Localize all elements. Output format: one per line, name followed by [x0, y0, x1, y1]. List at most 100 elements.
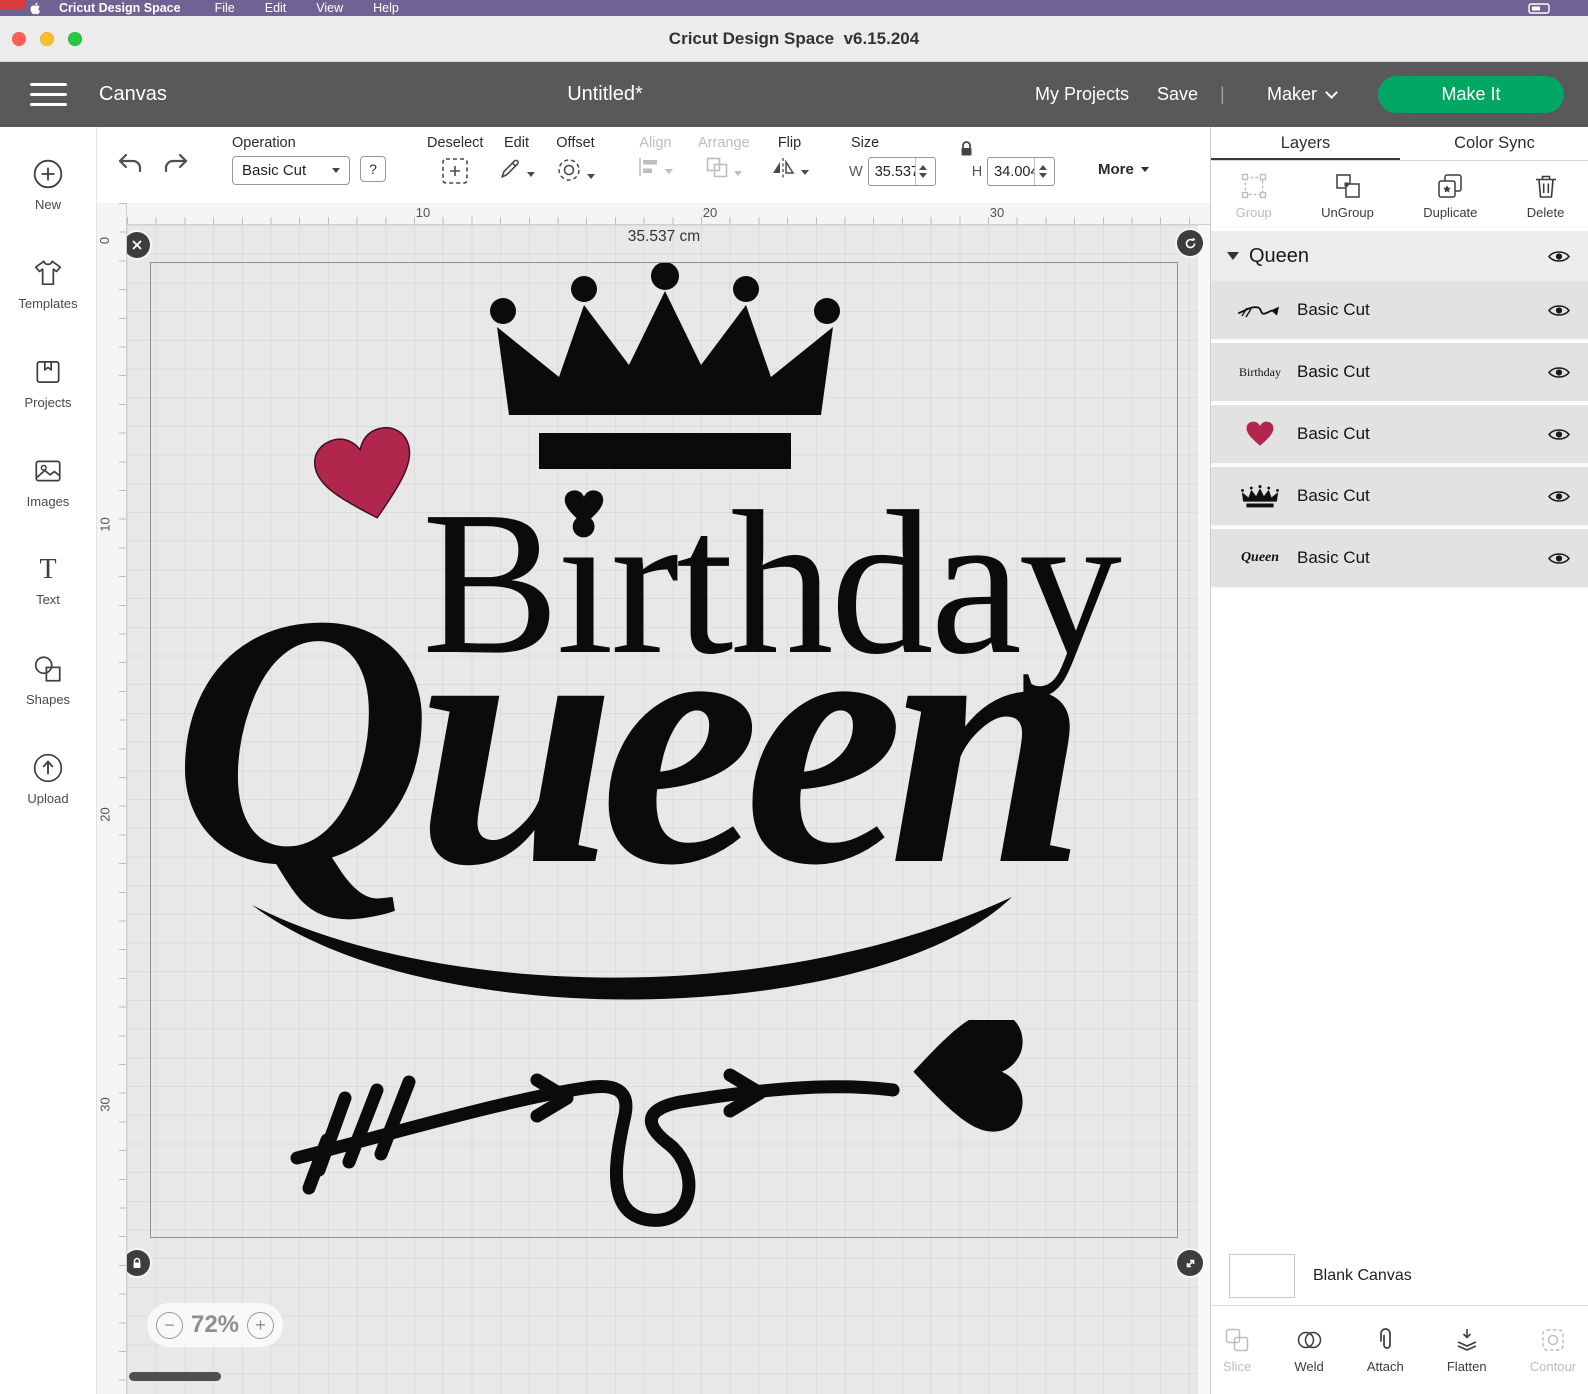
weld-button[interactable]: Weld — [1294, 1327, 1323, 1374]
window-titlebar[interactable]: Cricut Design Space v6.15.204 — [0, 16, 1588, 62]
zoom-in-button[interactable]: + — [247, 1312, 274, 1339]
group-label: Group — [1236, 205, 1272, 220]
design-canvas[interactable]: 35.537 cm Birthday Queen — [127, 225, 1210, 1394]
slice-label: Slice — [1223, 1359, 1251, 1374]
layer-group-header[interactable]: Queen — [1211, 231, 1588, 281]
horizontal-scrollbar-thumb[interactable] — [129, 1372, 221, 1381]
macos-menubar: Cricut Design Space File Edit View Help — [0, 0, 1588, 16]
eye-icon[interactable] — [1548, 249, 1570, 264]
flip-tool[interactable]: Flip — [770, 135, 809, 179]
duplicate-button[interactable]: Duplicate — [1423, 173, 1477, 220]
artwork-small-heart[interactable] — [564, 485, 604, 531]
sidebar-item-projects[interactable]: Projects — [0, 333, 96, 432]
layer-label: Basic Cut — [1297, 486, 1370, 506]
delete-button[interactable]: Delete — [1527, 173, 1565, 220]
redo-button[interactable] — [162, 151, 190, 175]
sidebar-item-templates[interactable]: Templates — [0, 234, 96, 333]
more-menu[interactable]: More — [1098, 161, 1149, 178]
ruler-number: 20 — [98, 807, 113, 821]
blank-canvas-row[interactable]: Blank Canvas — [1211, 1245, 1588, 1307]
menubar-item-file[interactable]: File — [215, 1, 235, 15]
sidebar-item-shapes[interactable]: Shapes — [0, 630, 96, 729]
sidebar-label: Upload — [27, 791, 68, 806]
width-input[interactable] — [869, 158, 915, 185]
operation-help-button[interactable]: ? — [360, 156, 386, 182]
edit-pencil-icon — [498, 157, 522, 181]
make-it-button[interactable]: Make It — [1378, 76, 1564, 113]
menubar-item-view[interactable]: View — [316, 1, 343, 15]
step-down-icon — [1039, 173, 1047, 178]
selection-handle-delete[interactable] — [127, 232, 150, 258]
disclosure-triangle-icon[interactable] — [1227, 252, 1239, 260]
sidebar-label: Images — [27, 494, 70, 509]
layer-row-crown[interactable]: Basic Cut — [1211, 467, 1588, 527]
artwork-queen-swash[interactable] — [242, 865, 1032, 1035]
layer-row-heart[interactable]: Basic Cut — [1211, 405, 1588, 465]
edit-label: Edit — [504, 135, 529, 151]
size-lock-icon[interactable] — [958, 140, 975, 157]
contour-button: Contour — [1530, 1327, 1576, 1374]
edit-tool[interactable]: Edit — [498, 135, 535, 181]
menubar-app-name[interactable]: Cricut Design Space — [59, 1, 181, 15]
width-label: W — [849, 164, 863, 180]
menubar-item-help[interactable]: Help — [373, 1, 399, 15]
height-stepper[interactable] — [1034, 158, 1050, 185]
layer-row-arrow[interactable]: Basic Cut — [1211, 281, 1588, 341]
height-input[interactable] — [988, 158, 1034, 185]
header-divider: | — [1220, 62, 1225, 127]
blank-canvas-swatch[interactable] — [1229, 1254, 1295, 1298]
tshirt-icon — [32, 257, 64, 289]
operation-select[interactable]: Basic Cut — [232, 156, 350, 185]
menubar-item-edit[interactable]: Edit — [265, 1, 287, 15]
apple-menu-icon[interactable] — [30, 2, 41, 15]
eye-icon[interactable] — [1548, 489, 1570, 504]
width-field — [868, 157, 936, 186]
machine-selector[interactable]: Maker — [1267, 62, 1336, 127]
eye-icon[interactable] — [1548, 551, 1570, 566]
tab-color-sync[interactable]: Color Sync — [1400, 127, 1588, 160]
sidebar-label: Shapes — [26, 692, 70, 707]
width-stepper[interactable] — [915, 158, 931, 185]
eye-icon[interactable] — [1548, 303, 1570, 318]
deselect-tool[interactable]: Deselect — [427, 135, 483, 185]
paperclip-icon — [1372, 1327, 1398, 1353]
flatten-button[interactable]: Flatten — [1447, 1327, 1487, 1374]
attach-button[interactable]: Attach — [1367, 1327, 1404, 1374]
tab-layers[interactable]: Layers — [1211, 127, 1400, 160]
artwork-crown[interactable] — [489, 263, 841, 473]
vertical-scrollbar[interactable] — [1197, 225, 1210, 1394]
new-plus-icon — [32, 158, 64, 190]
my-projects-link[interactable]: My Projects — [1035, 62, 1129, 127]
group-icon — [1241, 173, 1267, 199]
artwork-heart-arrow[interactable] — [285, 1020, 1060, 1245]
layer-row-queen[interactable]: Queen Basic Cut — [1211, 529, 1588, 589]
sidebar-item-text[interactable]: T Text — [0, 531, 96, 630]
shapes-icon — [32, 653, 64, 685]
eye-icon[interactable] — [1548, 427, 1570, 442]
selection-handle-lock[interactable] — [127, 1250, 150, 1276]
document-title[interactable]: Untitled* — [0, 62, 1210, 127]
flatten-label: Flatten — [1447, 1359, 1487, 1374]
sidebar-item-new[interactable]: New — [0, 135, 96, 234]
upload-icon — [32, 752, 64, 784]
eye-icon[interactable] — [1548, 365, 1570, 380]
ruler-number: 10 — [416, 205, 430, 220]
sidebar-item-images[interactable]: Images — [0, 432, 96, 531]
selection-handle-resize[interactable] — [1177, 1250, 1203, 1276]
ungroup-button[interactable]: UnGroup — [1321, 173, 1374, 220]
more-label: More — [1098, 161, 1134, 178]
sidebar-item-upload[interactable]: Upload — [0, 729, 96, 828]
delete-label: Delete — [1527, 205, 1565, 220]
ruler-number: 0 — [97, 237, 112, 244]
selection-handle-rotate[interactable] — [1177, 230, 1203, 256]
make-it-label: Make It — [1441, 84, 1500, 105]
offset-tool[interactable]: Offset — [556, 135, 595, 183]
edit-caret-icon — [527, 172, 535, 177]
menubar-display-icon[interactable] — [1528, 3, 1550, 14]
sidebar-label: Templates — [18, 296, 77, 311]
undo-button[interactable] — [116, 151, 144, 175]
layer-row-birthday[interactable]: Birthday Basic Cut — [1211, 343, 1588, 403]
zoom-out-button[interactable]: − — [156, 1312, 183, 1339]
save-link[interactable]: Save — [1157, 62, 1198, 127]
queen-text-thumb: Queen — [1233, 550, 1287, 566]
